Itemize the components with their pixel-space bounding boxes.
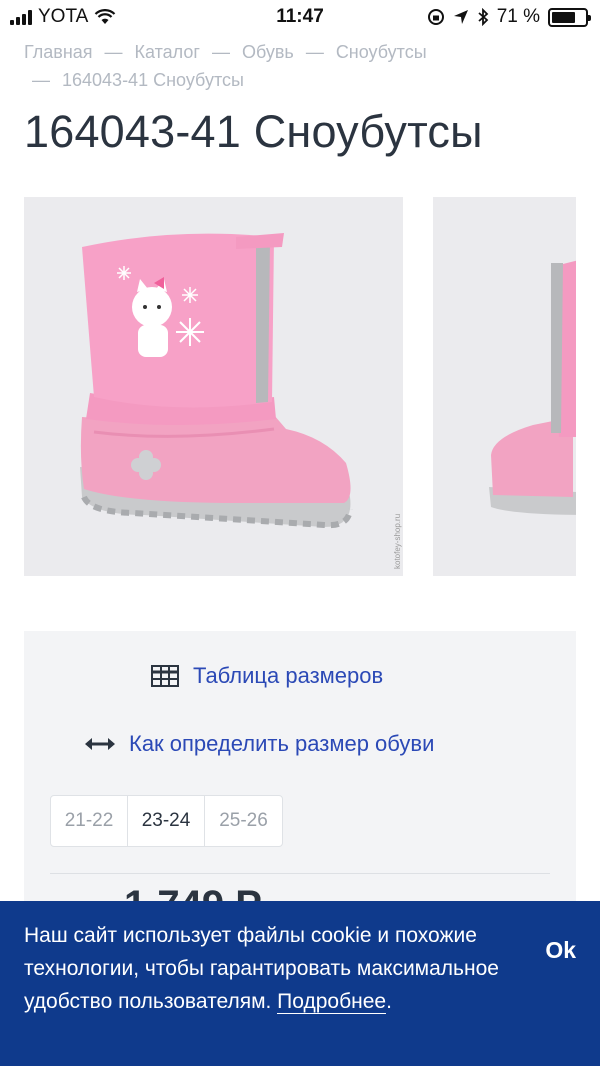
cookie-suffix: . [386,990,392,1013]
battery-percent: 71 % [496,6,540,27]
photo-watermark: kotofey-shop.ru [393,514,402,569]
cookie-ok-button[interactable]: Ok [545,937,576,964]
size-table-label: Таблица размеров [193,663,384,688]
breadcrumb: Главная — Каталог — Обувь — Сноубутсы — 164043-4… [24,38,584,94]
battery-icon [548,7,591,27]
size-selector: 21-22 23-24 25-26 [50,795,283,847]
product-gallery[interactable]: kotofey-shop.ru [24,197,576,576]
panel-divider [50,873,550,874]
battery-level [552,11,575,23]
cookie-banner: Наш сайт использует файлы cookie и похож… [0,901,600,1066]
breadcrumb-item-catalog[interactable]: Каталог [135,42,200,62]
breadcrumb-separator: — [32,70,50,90]
size-option-25-26[interactable]: 25-26 [205,796,282,846]
breadcrumb-separator: — [211,42,230,62]
double-arrow-icon [85,738,115,750]
breadcrumb-separator: — [104,42,123,62]
breadcrumb-item-current: 164043-41 Сноубутсы [62,70,244,90]
breadcrumb-item-snowboots[interactable]: Сноубутсы [336,42,427,62]
location-arrow-icon [453,10,468,24]
cookie-message: Наш сайт использует файлы cookie и похож… [24,924,499,1013]
bluetooth-icon [478,8,489,26]
size-panel: Таблица размеров Как определить размер о… [24,631,576,931]
table-grid-icon [151,665,179,687]
status-right: 71 % [427,6,591,28]
cookie-text-block: Наш сайт использует файлы cookie и похож… [24,919,504,1018]
pink-snowboot-image: kotofey-shop.ru [24,197,403,576]
size-table-link[interactable]: Таблица размеров [151,663,383,689]
size-option-21-22[interactable]: 21-22 [51,796,128,846]
status-bar: YOTA 11:47 71 % [0,0,600,34]
size-option-23-24[interactable]: 23-24 [128,796,205,846]
pink-snowboot-side-image [433,197,576,576]
how-to-size-label: Как определить размер обуви [129,731,435,756]
breadcrumb-item-home[interactable]: Главная [24,42,93,62]
breadcrumb-item-footwear[interactable]: Обувь [242,42,294,62]
page-title: 164043-41 Сноубутсы [24,106,483,157]
product-photo-2[interactable] [433,197,576,576]
how-to-size-link[interactable]: Как определить размер обуви [85,731,434,757]
breadcrumb-separator: — [305,42,324,62]
product-photo-1[interactable]: kotofey-shop.ru [24,197,403,576]
cookie-more-link[interactable]: Подробнее [277,990,387,1014]
rotation-lock-icon [427,9,444,25]
